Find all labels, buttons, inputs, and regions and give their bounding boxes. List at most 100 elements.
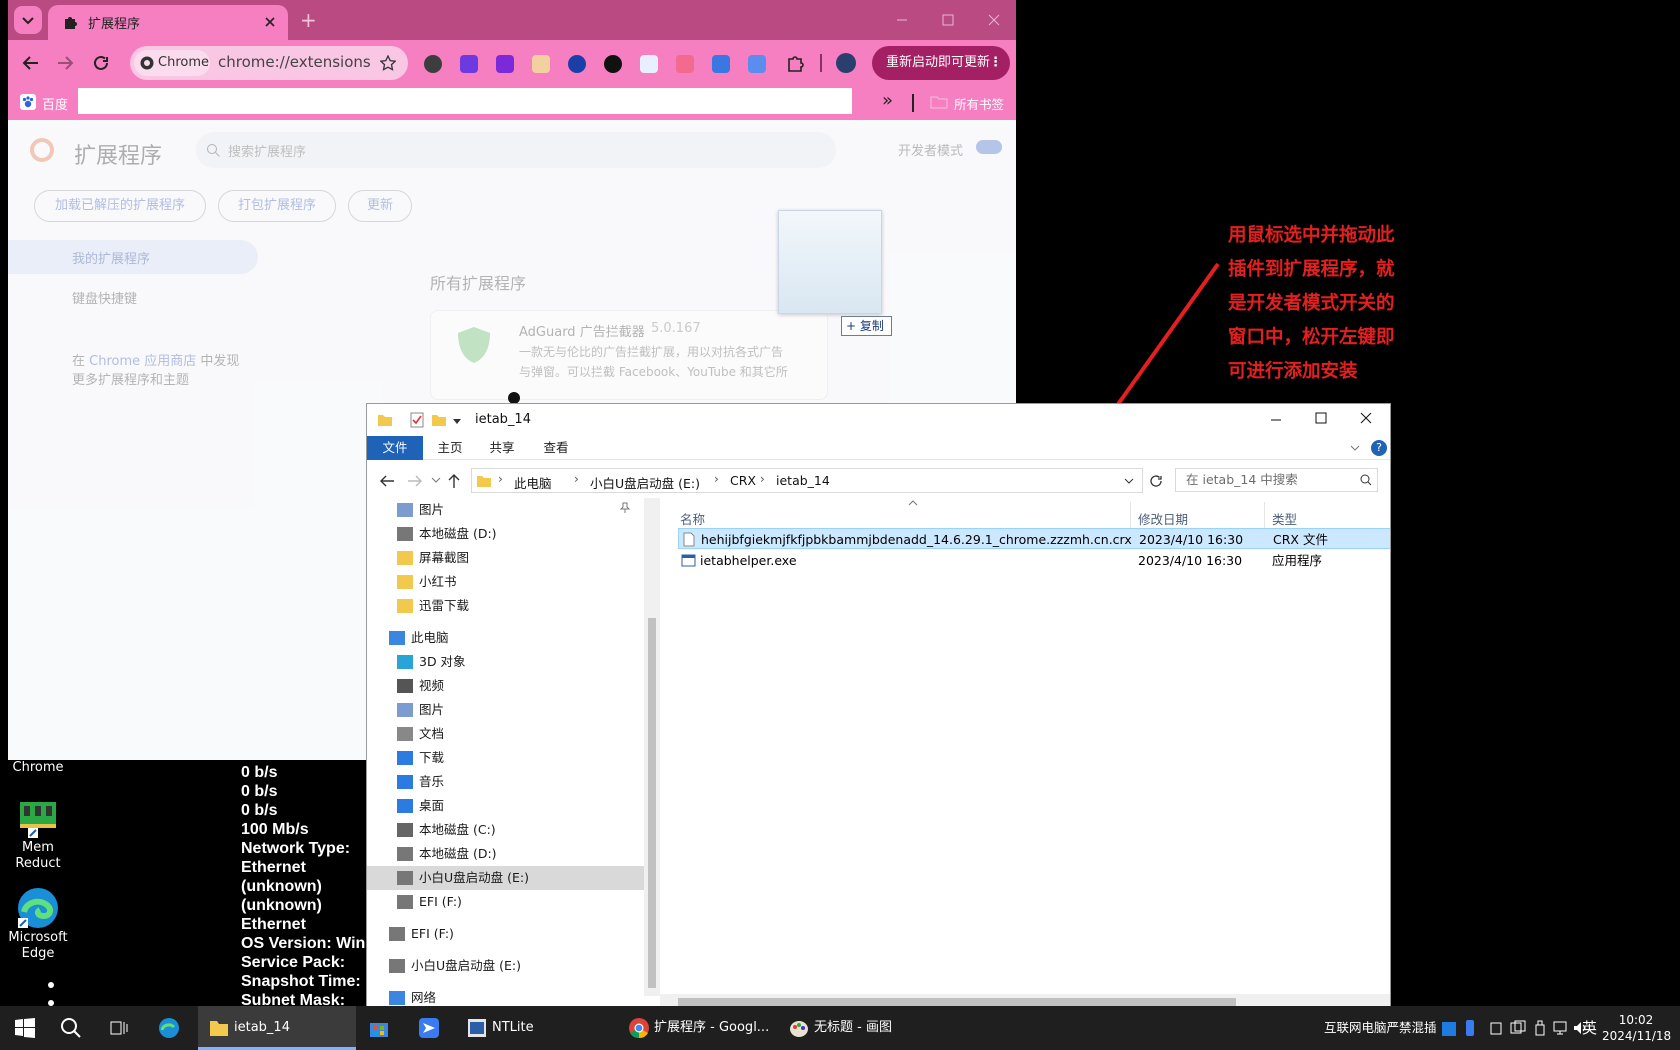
- tab-extensions[interactable]: 扩展程序: [48, 5, 288, 40]
- feishu-icon[interactable]: [418, 1017, 440, 1039]
- tab-search-button[interactable]: [14, 6, 42, 34]
- extension-icon[interactable]: [460, 55, 478, 73]
- close-window-icon[interactable]: [988, 14, 1000, 26]
- edge-icon[interactable]: [158, 1017, 180, 1039]
- quick-access-dropdown-icon[interactable]: [452, 416, 462, 426]
- back-icon[interactable]: [22, 54, 40, 72]
- tray-app-icon[interactable]: [1442, 1022, 1456, 1036]
- recent-locations-icon[interactable]: [431, 477, 441, 485]
- task-view-icon[interactable]: [108, 1017, 130, 1039]
- nav-item[interactable]: 图片: [397, 498, 444, 522]
- breadcrumb-this-pc[interactable]: 此电脑: [514, 473, 552, 492]
- extension-icon[interactable]: [604, 55, 622, 73]
- maximize-icon[interactable]: [942, 14, 954, 26]
- nav-item[interactable]: 本地磁盘 (D:): [397, 842, 497, 866]
- nav-item[interactable]: 下载: [397, 746, 444, 770]
- explorer-search-input[interactable]: 在 ietab_14 中搜索: [1175, 468, 1378, 492]
- breadcrumb-ietab[interactable]: ietab_14: [776, 473, 830, 488]
- nav-item[interactable]: 文档: [397, 722, 444, 746]
- nav-item[interactable]: EFI (F:): [389, 922, 454, 946]
- desktop-icon-memreduct[interactable]: Mem Reduct: [0, 796, 78, 872]
- nav-item[interactable]: 小红书: [397, 570, 457, 594]
- nav-item[interactable]: 音乐: [397, 770, 444, 794]
- desktop-icon-edge[interactable]: Microsoft Edge: [0, 886, 78, 962]
- update-restart-button[interactable]: 重新启动即可更新 ⋮: [872, 46, 1010, 80]
- column-header-type[interactable]: 类型: [1272, 510, 1297, 530]
- nav-item[interactable]: 本地磁盘 (C:): [397, 818, 496, 842]
- ribbon-tab-file[interactable]: 文件: [367, 436, 423, 460]
- extension-icon[interactable]: [676, 55, 694, 73]
- clock[interactable]: 10:02 2024/11/18: [1602, 1012, 1671, 1044]
- file-row[interactable]: hehijbfgiekmjfkfjpbkbammjbdenadd_14.6.29…: [678, 528, 1390, 549]
- pin-icon[interactable]: [619, 502, 631, 514]
- taskbar-item-ntlite[interactable]: NTLite: [456, 1006, 616, 1050]
- nav-item[interactable]: 小白U盘启动盘 (E:): [389, 954, 521, 978]
- store-link[interactable]: Chrome 应用商店: [89, 354, 196, 369]
- taskbar-item-paint[interactable]: 无标题 - 画图: [780, 1006, 940, 1050]
- reload-icon[interactable]: [92, 54, 110, 72]
- extensions-puzzle-icon[interactable]: [785, 53, 805, 73]
- tray-usb-drive-icon[interactable]: [1532, 1020, 1548, 1036]
- address-bar[interactable]: › 此电脑 › 小白U盘启动盘 (E:) › CRX › ietab_14: [471, 468, 1143, 493]
- up-icon[interactable]: [447, 473, 461, 489]
- properties-icon[interactable]: [409, 412, 425, 428]
- nav-keyboard-shortcuts[interactable]: 键盘快捷键: [72, 288, 137, 307]
- new-folder-icon[interactable]: [431, 412, 447, 428]
- nav-item[interactable]: 小白U盘启动盘 (E:): [367, 866, 644, 890]
- maximize-icon[interactable]: [1315, 412, 1327, 424]
- file-row[interactable]: ietabhelper.exe 2023/4/10 16:30 应用程序: [678, 550, 1390, 571]
- bookmarks-all[interactable]: 所有书签: [954, 94, 1004, 113]
- nav-item[interactable]: 迅雷下载: [397, 594, 469, 618]
- taskbar-item-chrome[interactable]: 扩展程序 - Googl...: [618, 1006, 778, 1050]
- bookmarks-overflow-button[interactable]: »: [882, 90, 893, 111]
- windows-start-icon[interactable]: [14, 1017, 36, 1039]
- extension-icon[interactable]: [712, 55, 730, 73]
- column-header-date[interactable]: 修改日期: [1138, 510, 1188, 530]
- nav-item[interactable]: 图片: [397, 698, 444, 722]
- new-tab-button[interactable]: +: [300, 8, 317, 32]
- minimize-icon[interactable]: [896, 14, 908, 26]
- extension-icon[interactable]: [532, 55, 550, 73]
- ribbon-tab-home[interactable]: 主页: [425, 436, 475, 460]
- taskbar-item-explorer[interactable]: ietab_14: [198, 1006, 356, 1050]
- extension-icon[interactable]: [424, 55, 442, 73]
- nav-item[interactable]: 3D 对象: [397, 650, 466, 674]
- bookmark-baidu[interactable]: 百度: [42, 94, 68, 113]
- nav-item[interactable]: 屏幕截图: [397, 546, 469, 570]
- microsoft-store-icon[interactable]: [368, 1017, 390, 1039]
- close-icon[interactable]: [1360, 412, 1372, 424]
- back-icon[interactable]: [379, 474, 395, 488]
- ribbon-tab-share[interactable]: 共享: [477, 436, 527, 460]
- tray-sound-bars-icon[interactable]: [1488, 1020, 1504, 1036]
- star-icon[interactable]: [380, 55, 396, 71]
- omnibox[interactable]: Chrome chrome://extensions: [130, 46, 408, 80]
- tray-usb-icon[interactable]: [1466, 1020, 1474, 1036]
- extension-icon[interactable]: [640, 55, 658, 73]
- breadcrumb-crx[interactable]: CRX: [730, 473, 756, 488]
- extension-icon[interactable]: [568, 55, 586, 73]
- developer-mode-toggle[interactable]: [976, 140, 1002, 154]
- nav-item[interactable]: EFI (F:): [397, 890, 462, 914]
- forward-icon[interactable]: [407, 474, 423, 488]
- ribbon-tab-view[interactable]: 查看: [531, 436, 581, 460]
- close-icon[interactable]: [264, 16, 276, 28]
- breadcrumb-drive-e[interactable]: 小白U盘启动盘 (E:): [590, 473, 700, 492]
- nav-item[interactable]: 本地磁盘 (D:): [397, 522, 497, 546]
- nav-my-extensions[interactable]: 我的扩展程序: [8, 240, 258, 274]
- url-text[interactable]: chrome://extensions: [218, 53, 371, 71]
- extension-icon[interactable]: [748, 55, 766, 73]
- load-unpacked-button[interactable]: 加载已解压的扩展程序: [34, 190, 206, 222]
- help-icon[interactable]: ?: [1371, 440, 1387, 456]
- search-icon[interactable]: [60, 1017, 82, 1039]
- pack-extension-button[interactable]: 打包扩展程序: [218, 190, 336, 222]
- tray-display-icon[interactable]: [1510, 1020, 1526, 1036]
- minimize-icon[interactable]: [1270, 414, 1282, 426]
- refresh-icon[interactable]: [1149, 474, 1163, 488]
- update-extensions-button[interactable]: 更新: [348, 190, 412, 222]
- nav-item[interactable]: 桌面: [397, 794, 444, 818]
- chevron-down-icon[interactable]: [1349, 444, 1361, 454]
- column-header-name[interactable]: 名称: [680, 510, 705, 530]
- profile-avatar[interactable]: [836, 53, 856, 73]
- network-icon[interactable]: [1552, 1020, 1568, 1036]
- ime-indicator[interactable]: 英: [1582, 1006, 1597, 1050]
